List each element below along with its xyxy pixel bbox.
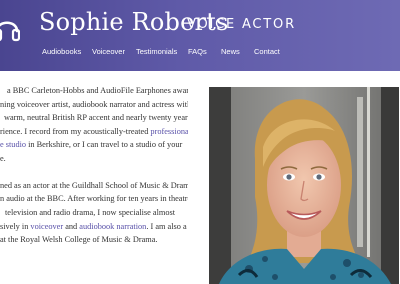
text-line: a BBC Carleton-Hobbs and AudioFile Earph… bbox=[7, 86, 188, 95]
nav-voiceover[interactable]: Voiceover bbox=[92, 47, 125, 56]
brand-title: VOICE ACTOR bbox=[187, 17, 296, 32]
intro-text: a BBC Carleton-Hobbs and AudioFile Earph… bbox=[0, 84, 188, 247]
intro-paragraph-2: ned as an actor at the Guildhall School … bbox=[0, 179, 188, 247]
text-line: ning voiceover artist, audiobook narrato… bbox=[0, 99, 188, 109]
portrait-illustration bbox=[209, 87, 399, 284]
audiobook-narration-link[interactable]: audiobook narration bbox=[79, 222, 146, 231]
text-line: e. bbox=[0, 153, 6, 163]
text-line: e studio in Berkshire, or I can travel t… bbox=[0, 138, 188, 152]
text-line: warm, neutral British RP accent and near… bbox=[4, 113, 188, 123]
nav-contact[interactable]: Contact bbox=[254, 47, 280, 56]
text-line: sively in voiceover and audiobook narrat… bbox=[0, 220, 188, 234]
text-line: at the Royal Welsh College of Music & Dr… bbox=[0, 235, 158, 245]
intro-paragraph-1: a BBC Carleton-Hobbs and AudioFile Earph… bbox=[0, 84, 188, 166]
nav-news[interactable]: News bbox=[221, 47, 240, 56]
nav-testimonials[interactable]: Testimonials bbox=[136, 47, 177, 56]
text-segment: and bbox=[63, 221, 80, 231]
site-header: Sophie Roberts VOICE ACTOR Audiobooks Vo… bbox=[0, 0, 400, 71]
text-line: n audio at the BBC. After working for te… bbox=[0, 194, 188, 204]
voiceover-link[interactable]: voiceover bbox=[30, 222, 63, 231]
text-line: television and radio drama, I now specia… bbox=[5, 207, 176, 217]
text-line: ned as an actor at the Guildhall School … bbox=[0, 180, 188, 190]
main-nav: Audiobooks Voiceover Testimonials FAQs N… bbox=[0, 47, 400, 59]
text-segment: sively in bbox=[0, 221, 31, 231]
professional-studio-link[interactable]: professional bbox=[150, 127, 188, 136]
nav-faqs[interactable]: FAQs bbox=[188, 47, 207, 56]
text-line: rience. I record from my acoustically-tr… bbox=[0, 125, 188, 139]
professional-studio-link-continued[interactable]: e studio bbox=[0, 140, 26, 149]
headphones-icon[interactable] bbox=[0, 14, 20, 44]
portrait-photo bbox=[209, 87, 399, 284]
text-segment: . I am also a bbox=[146, 221, 187, 231]
text-segment: rience. I record from my acoustically-tr… bbox=[0, 126, 151, 136]
nav-audiobooks[interactable]: Audiobooks bbox=[42, 47, 81, 56]
text-segment: in Berkshire, or I can travel to a studi… bbox=[26, 140, 183, 150]
